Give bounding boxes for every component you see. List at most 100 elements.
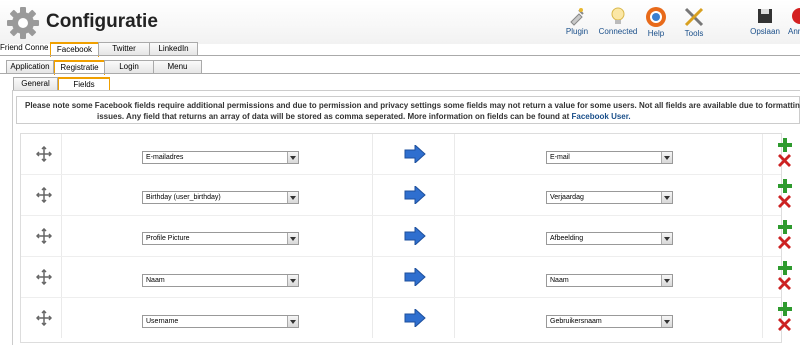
column-divider: [762, 298, 763, 338]
arrow-right-icon: [404, 309, 426, 327]
local-field-select[interactable]: Verjaardag: [546, 191, 673, 204]
local-field-value: Afbeelding: [550, 235, 584, 242]
arrow-right-icon: [404, 227, 426, 245]
table-row: Username Gebruikersnaam: [21, 298, 792, 338]
table-row: Naam Naam: [21, 257, 792, 298]
column-divider: [762, 134, 763, 174]
header: Configuratie Plugin Connected Help Tools: [0, 0, 800, 44]
add-icon[interactable]: [778, 138, 792, 152]
facebook-field-select[interactable]: Naam: [142, 274, 299, 287]
tools-icon: [684, 7, 704, 27]
facebook-field-select[interactable]: Profile Picture: [142, 232, 299, 245]
notice-line1: Please note some Facebook fields require…: [25, 101, 800, 110]
column-divider: [61, 298, 62, 338]
column-divider: [454, 298, 455, 338]
notice-line2: issues. Any field that returns an array …: [17, 111, 799, 122]
help-label: Help: [647, 29, 665, 38]
tab-general[interactable]: General: [13, 77, 58, 90]
connected-label: Connected: [598, 27, 638, 36]
plugin-icon: [570, 8, 584, 26]
facebook-field-value: Username: [146, 318, 179, 325]
local-field-select[interactable]: Gebruikersnaam: [546, 315, 673, 328]
cancel-icon: [792, 8, 800, 24]
local-field-value: Naam: [550, 277, 569, 284]
arrow-right-icon: [404, 145, 426, 163]
tab-login[interactable]: Login: [104, 60, 154, 73]
chevron-down-icon: [287, 275, 298, 286]
tabs-level2: Application Registratie Login Menu: [0, 60, 800, 75]
column-divider: [372, 298, 373, 338]
local-field-select[interactable]: Afbeelding: [546, 232, 673, 245]
table-row: Profile Picture Afbeelding: [21, 216, 792, 257]
column-divider: [454, 216, 455, 256]
plugin-button[interactable]: Plugin: [562, 6, 592, 42]
facebook-field-select[interactable]: Birthday (user_birthday): [142, 191, 299, 204]
facebook-field-value: Profile Picture: [146, 235, 190, 242]
delete-icon[interactable]: [778, 154, 791, 167]
local-field-value: Verjaardag: [550, 194, 584, 201]
save-button[interactable]: Opslaan: [750, 6, 780, 42]
tools-label: Tools: [684, 29, 704, 38]
column-divider: [454, 257, 455, 297]
permissions-notice: Please note some Facebook fields require…: [16, 96, 800, 124]
facebook-user-link[interactable]: Facebook User.: [572, 112, 631, 121]
delete-icon[interactable]: [778, 195, 791, 208]
tab-friend-connect[interactable]: Friend Connect: [0, 42, 48, 54]
field-mapping-table: E-mailadres E-mail Birthday (user_birthd…: [20, 133, 792, 343]
local-field-select[interactable]: E-mail: [546, 151, 673, 164]
cancel-label: Annuleren: [788, 27, 800, 36]
column-divider: [454, 175, 455, 215]
chevron-down-icon: [661, 192, 672, 203]
delete-icon[interactable]: [778, 236, 791, 249]
chevron-down-icon: [287, 316, 298, 327]
chevron-down-icon: [287, 192, 298, 203]
local-field-select[interactable]: Naam: [546, 274, 673, 287]
help-button[interactable]: Help: [642, 6, 670, 42]
tab-divider: [0, 55, 800, 56]
column-divider: [762, 216, 763, 256]
facebook-field-select[interactable]: E-mailadres: [142, 151, 299, 164]
column-divider: [61, 175, 62, 215]
local-field-value: E-mail: [550, 154, 570, 161]
move-handle-icon[interactable]: [36, 187, 52, 203]
local-field-value: Gebruikersnaam: [550, 318, 602, 325]
facebook-field-value: Birthday (user_birthday): [146, 194, 221, 201]
table-row: E-mailadres E-mail: [21, 134, 792, 175]
delete-icon[interactable]: [778, 318, 791, 331]
add-icon[interactable]: [778, 261, 792, 275]
connected-button[interactable]: Connected: [598, 6, 638, 42]
table-row: Birthday (user_birthday) Verjaardag: [21, 175, 792, 216]
add-icon[interactable]: [778, 220, 792, 234]
add-icon[interactable]: [778, 179, 792, 193]
tabs-level3: General Fields: [0, 77, 800, 92]
column-divider: [61, 216, 62, 256]
move-handle-icon[interactable]: [36, 228, 52, 244]
tab-twitter[interactable]: Twitter: [98, 42, 150, 55]
column-divider: [762, 257, 763, 297]
save-label: Opslaan: [750, 27, 780, 36]
chevron-down-icon: [661, 275, 672, 286]
cancel-button[interactable]: Annuleren: [788, 6, 800, 42]
tab-divider: [0, 73, 800, 74]
column-divider: [61, 134, 62, 174]
column-divider: [762, 175, 763, 215]
chevron-down-icon: [287, 233, 298, 244]
page-title: Configuratie: [46, 11, 158, 32]
move-handle-icon[interactable]: [36, 146, 52, 162]
move-handle-icon[interactable]: [36, 269, 52, 285]
arrow-right-icon: [404, 186, 426, 204]
column-divider: [372, 134, 373, 174]
tools-button[interactable]: Tools: [680, 6, 708, 42]
move-handle-icon[interactable]: [36, 310, 52, 326]
add-icon[interactable]: [778, 302, 792, 316]
tab-menu[interactable]: Menu: [153, 60, 202, 73]
delete-icon[interactable]: [778, 277, 791, 290]
tabs-level1: Friend Connect Facebook Twitter LinkedIn: [0, 42, 800, 57]
connected-icon: [611, 7, 625, 24]
tab-linkedin[interactable]: LinkedIn: [149, 42, 198, 55]
facebook-field-select[interactable]: Username: [142, 315, 299, 328]
column-divider: [372, 257, 373, 297]
tab-application[interactable]: Application: [6, 60, 54, 73]
chevron-down-icon: [661, 316, 672, 327]
chevron-down-icon: [661, 233, 672, 244]
